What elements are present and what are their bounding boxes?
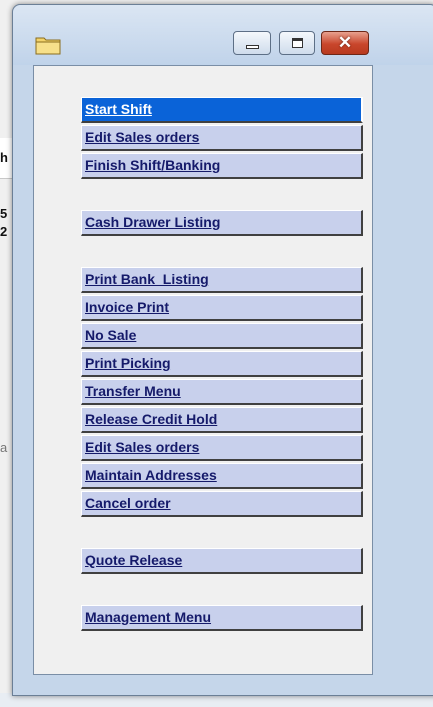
menu-button[interactable]: Maintain Addresses [81,463,363,489]
menu-button[interactable]: Edit Sales orders [81,435,363,461]
close-button[interactable]: ✕ [321,31,369,55]
menu-panel: Start Shift Edit Sales orders Finish Shift… [33,65,373,675]
background-text: 2 [0,224,8,239]
menu-button[interactable]: Invoice Print [81,295,363,321]
menu-button[interactable]: No Sale [81,323,363,349]
minimize-icon [246,45,259,49]
menu-button[interactable]: Print Bank Listing [81,267,363,293]
background-text: h [0,150,8,165]
menu-button[interactable]: Transfer Menu [81,379,363,405]
menu-button[interactable]: Edit Sales orders [81,125,363,151]
maximize-button[interactable] [279,31,315,55]
menu-button[interactable]: Management Menu [81,605,363,631]
close-icon: ✕ [337,33,353,52]
title-bar[interactable]: ✕ [13,5,433,65]
background-text: 5 [0,206,8,221]
maximize-icon [292,38,303,48]
menu-button[interactable]: Quote Release [81,548,363,574]
menu-window: ✕ Start Shift Edit Sales orders Finish Shi… [12,4,433,696]
minimize-button[interactable] [233,31,271,55]
folder-icon [35,37,61,55]
menu-button[interactable]: Release Credit Hold [81,407,363,433]
menu-button[interactable]: Finish Shift/Banking [81,153,363,179]
menu-button[interactable]: Print Picking [81,351,363,377]
menu-button[interactable]: Cash Drawer Listing [81,210,363,236]
menu-button[interactable]: Start Shift [81,97,363,123]
menu-button[interactable]: Cancel order [81,491,363,517]
background-text: a [0,440,8,455]
